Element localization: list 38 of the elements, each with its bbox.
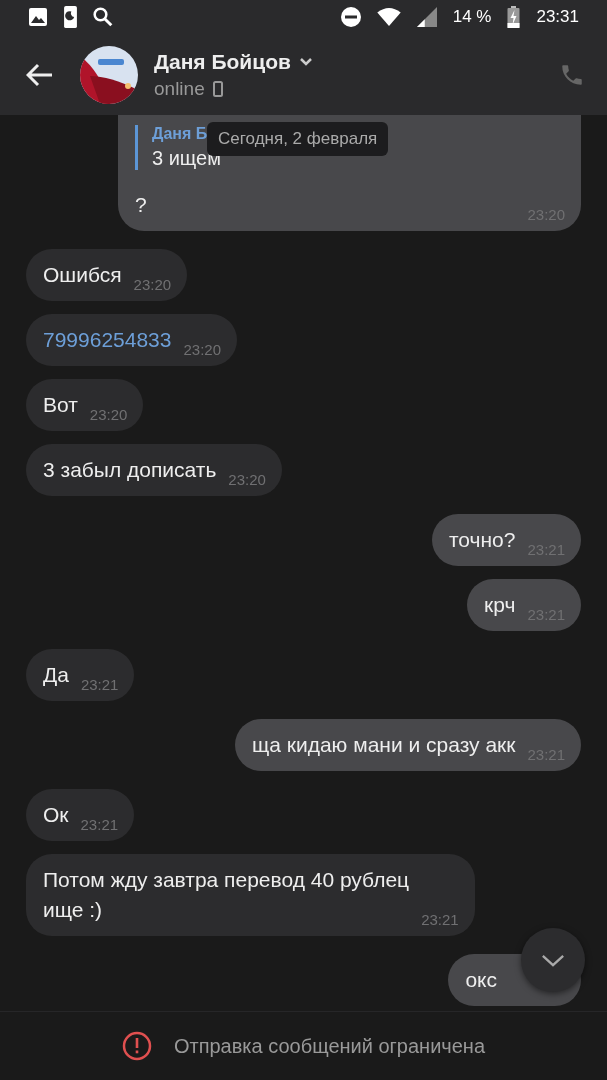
gallery-icon <box>28 7 48 27</box>
clock: 23:31 <box>536 7 579 27</box>
signal-icon <box>416 7 437 27</box>
message-text: ща кидаю мани и сразу акк <box>251 732 516 758</box>
message-time: 23:21 <box>80 816 119 834</box>
message-time: 23:20 <box>183 341 222 359</box>
reply-author: Даня Б <box>152 125 208 143</box>
message-text: точно? <box>448 527 516 553</box>
phone-device-icon <box>212 80 223 97</box>
do-not-disturb-icon <box>340 7 361 27</box>
contact-name: Даня Бойцов <box>154 49 291 74</box>
message-text: Потом жду завтра перевод 40 рублец ище :) <box>43 867 410 923</box>
chevron-down-icon <box>541 953 565 967</box>
battery-charging-icon <box>507 6 521 28</box>
wifi-icon <box>376 8 401 26</box>
message-time: 23:20 <box>133 276 172 294</box>
message-time: 23:21 <box>421 911 459 929</box>
message-text: Вот <box>43 392 78 418</box>
message-text: Ошибся <box>43 262 122 288</box>
message-time: 23:20 <box>228 471 266 489</box>
restriction-notice: Отправка сообщений ограничена <box>173 1034 486 1058</box>
search-icon <box>93 7 113 27</box>
online-status: online <box>154 77 205 100</box>
message-text: Ок <box>43 802 69 828</box>
phone-link[interactable]: 79996254833 <box>43 325 172 355</box>
back-arrow-icon[interactable] <box>26 62 54 87</box>
message-time: 23:20 <box>89 406 128 424</box>
message-time: 23:21 <box>80 676 119 694</box>
message-text: ? <box>135 192 148 218</box>
message-text: окс <box>465 967 497 993</box>
avatar[interactable] <box>80 45 138 104</box>
chevron-down-icon[interactable] <box>298 56 313 67</box>
message-text: Да <box>43 662 69 688</box>
message-text: крч <box>484 592 516 618</box>
battery-percent: 14 % <box>452 7 492 27</box>
moon-icon <box>64 6 77 28</box>
message-text: 3 забыл дописать <box>43 457 217 483</box>
warning-icon <box>121 1031 152 1061</box>
